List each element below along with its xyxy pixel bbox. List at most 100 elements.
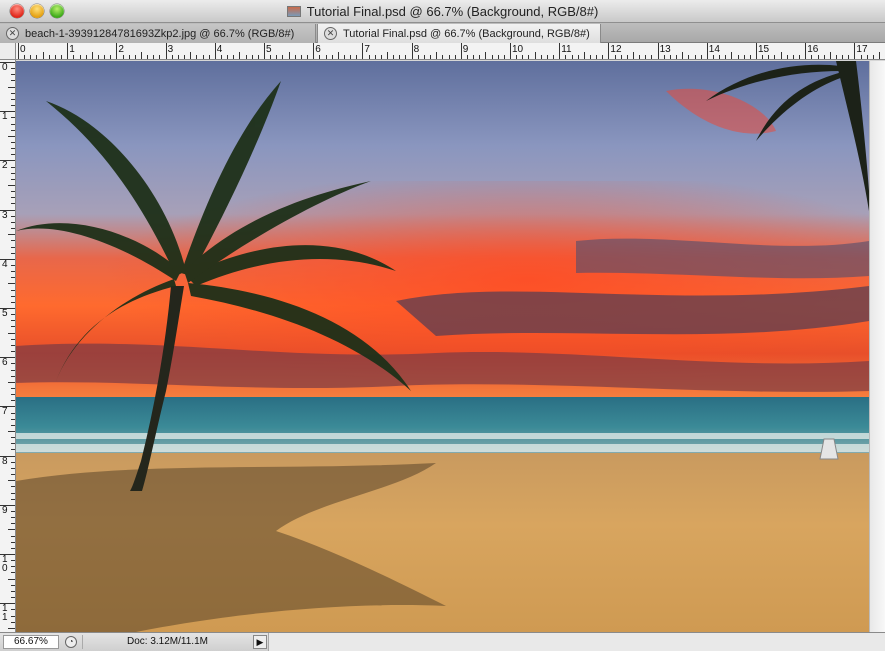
ruler-minor-tick: [11, 289, 15, 291]
ruler-minor-tick: [11, 547, 15, 549]
ruler-minor-tick: [8, 480, 15, 482]
ruler-minor-tick: [288, 52, 290, 59]
ruler-minor-tick: [11, 320, 15, 322]
ruler-minor-tick: [153, 55, 155, 59]
ruler-minor-tick: [577, 55, 579, 59]
ruler-minor-tick: [85, 55, 87, 59]
ruler-label: 0: [2, 62, 8, 73]
document-canvas[interactable]: [16, 61, 869, 632]
ruler-minor-tick: [11, 105, 15, 107]
ruler-minor-tick: [190, 52, 192, 59]
ruler-minor-tick: [61, 55, 63, 59]
ruler-minor-tick: [8, 529, 15, 531]
ruler-minor-tick: [11, 486, 15, 488]
vertical-scrollbar[interactable]: [869, 61, 885, 632]
ruler-minor-tick: [866, 55, 868, 59]
ruler-minor-tick: [202, 55, 204, 59]
ruler-origin[interactable]: [0, 43, 16, 60]
ruler-minor-tick: [11, 584, 15, 586]
ruler-minor-tick: [141, 52, 142, 59]
ruler-minor-tick: [860, 55, 862, 59]
ruler-minor-tick: [835, 55, 837, 59]
ruler-minor-tick: [602, 55, 604, 59]
ruler-minor-tick: [645, 55, 647, 59]
ruler-label: 4: [216, 44, 223, 55]
ruler-minor-tick: [688, 55, 690, 59]
ruler-minor-tick: [633, 52, 634, 59]
ruler-minor-tick: [11, 498, 15, 500]
zoom-level-field[interactable]: 66.67%: [3, 635, 59, 649]
ruler-label: 1 1: [2, 603, 8, 624]
ruler-minor-tick: [97, 55, 99, 59]
ruler-minor-tick: [528, 55, 530, 59]
ruler-minor-tick: [8, 234, 15, 236]
ruler-major-tick: [18, 43, 19, 59]
tab-tutorial-final[interactable]: ✕ Tutorial Final.psd @ 66.7% (Background…: [317, 24, 601, 43]
ruler-minor-tick: [11, 344, 15, 346]
ruler-minor-tick: [331, 55, 333, 59]
ruler-minor-tick: [300, 55, 302, 59]
ruler-minor-tick: [171, 55, 173, 59]
ruler-minor-tick: [626, 55, 628, 59]
ruler-label: 16: [807, 44, 819, 55]
ruler-minor-tick: [251, 55, 253, 59]
ruler-minor-tick: [762, 55, 764, 59]
ruler-major-tick: [165, 43, 167, 59]
ruler-minor-tick: [479, 55, 481, 59]
ruler-minor-tick: [380, 55, 382, 59]
ruler-minor-tick: [11, 191, 15, 193]
beach-sunset-image: [16, 61, 869, 632]
ruler-minor-tick: [319, 55, 321, 59]
status-menu-arrow-icon[interactable]: ▶: [253, 635, 267, 649]
horizontal-scrollbar[interactable]: [268, 633, 885, 651]
ruler-minor-tick: [11, 400, 15, 402]
ruler-minor-tick: [725, 55, 727, 59]
ruler-minor-tick: [11, 252, 15, 254]
ruler-minor-tick: [11, 314, 15, 316]
ruler-minor-tick: [177, 55, 179, 59]
document-proxy-icon[interactable]: [286, 6, 301, 17]
ruler-minor-tick: [184, 55, 186, 59]
ruler-minor-tick: [669, 55, 671, 59]
tab-label: beach-1-39391284781693Zkp2.jpg @ 66.7% (…: [25, 27, 295, 40]
ruler-minor-tick: [811, 55, 813, 59]
ruler-major-tick: [756, 43, 757, 59]
ruler-label: 3: [2, 209, 8, 221]
ruler-minor-tick: [11, 98, 15, 100]
ruler-major-tick: [706, 43, 708, 59]
ruler-major-tick: [411, 43, 413, 59]
tab-beach-jpg[interactable]: ✕ beach-1-39391284781693Zkp2.jpg @ 66.7%…: [0, 24, 316, 43]
ruler-minor-tick: [719, 55, 721, 59]
ruler-minor-tick: [134, 55, 136, 59]
ruler-minor-tick: [534, 52, 536, 59]
ruler-minor-tick: [700, 55, 702, 59]
ruler-minor-tick: [122, 55, 124, 59]
ruler-minor-tick: [239, 52, 241, 59]
ruler-minor-tick: [42, 52, 44, 59]
ruler-minor-tick: [11, 240, 15, 242]
ruler-minor-tick: [829, 52, 831, 59]
ruler-minor-tick: [325, 55, 327, 59]
ruler-label: 6: [315, 44, 321, 55]
ruler-minor-tick: [337, 52, 339, 59]
ruler-minor-tick: [11, 541, 15, 543]
ruler-minor-tick: [54, 55, 56, 59]
vertical-ruler[interactable]: 0 1 2 3 4 5 6 7 8 9 1 0 1 1: [0, 60, 16, 632]
close-tab-icon[interactable]: ✕: [6, 27, 19, 40]
ruler-minor-tick: [11, 203, 15, 205]
ruler-minor-tick: [11, 141, 15, 143]
ruler-minor-tick: [743, 55, 745, 59]
ruler-minor-tick: [8, 332, 15, 334]
close-tab-icon[interactable]: ✕: [324, 27, 337, 40]
ruler-major-tick: [608, 43, 610, 59]
ruler-minor-tick: [11, 572, 15, 574]
ruler-label: 13: [659, 44, 671, 55]
ruler-minor-tick: [731, 52, 733, 59]
ruler-major-tick: [116, 43, 118, 59]
ruler-minor-tick: [11, 178, 15, 180]
status-info-icon[interactable]: ◔: [65, 636, 77, 648]
ruler-minor-tick: [491, 55, 493, 59]
ruler-minor-tick: [73, 55, 75, 59]
ruler-label: 15: [758, 44, 770, 55]
horizontal-ruler[interactable]: 0 1 2 3 4 5 6 7 8 9 10 11 12 13 14 15 16 17: [16, 43, 885, 60]
